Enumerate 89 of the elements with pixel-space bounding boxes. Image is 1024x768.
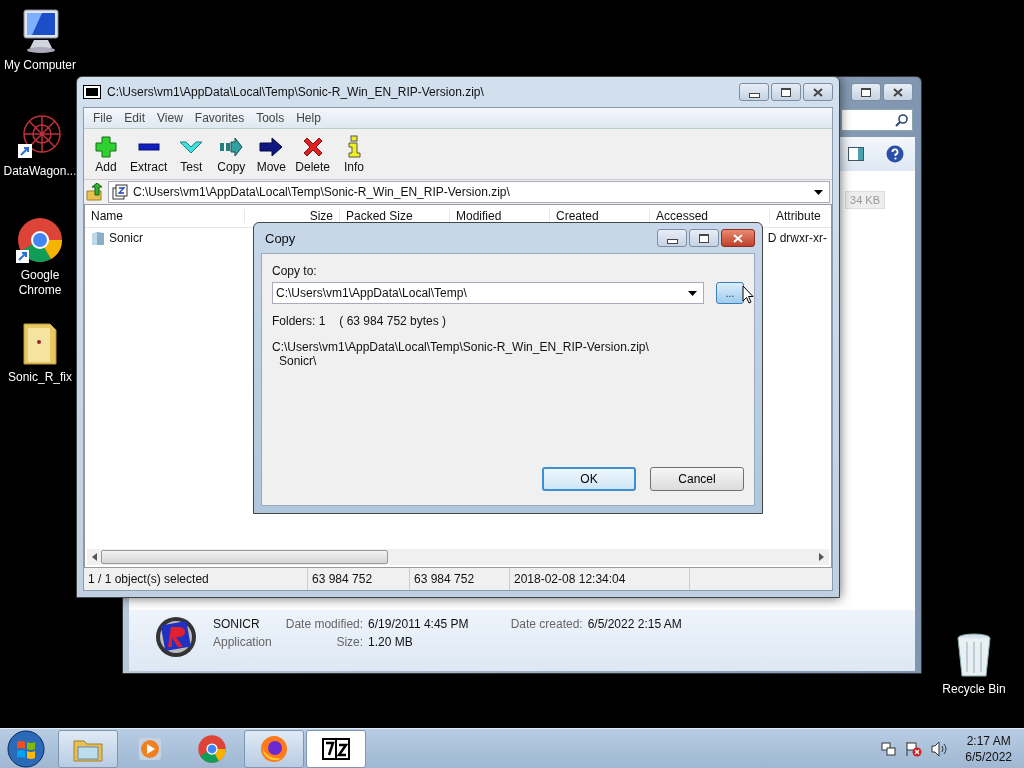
close-button[interactable] xyxy=(803,83,833,101)
recycle-bin-icon[interactable] xyxy=(956,632,992,678)
restore-button[interactable] xyxy=(851,83,881,101)
toolbar-button[interactable]: Extract xyxy=(126,134,172,174)
date-modified-value: 6/19/2011 4:45 PM xyxy=(368,617,469,631)
desktop-icon-label[interactable]: My Computer xyxy=(4,58,76,73)
application-icon xyxy=(153,615,199,659)
source-path: C:\Users\vm1\AppData\Local\Temp\Sonic-R_Win_EN_RIP-Version.zip\ xyxy=(272,340,650,354)
size-value: 1.20 MB xyxy=(368,635,414,649)
menu-item[interactable]: Tools xyxy=(251,111,290,125)
ok-button[interactable]: OK xyxy=(542,467,636,491)
firefox-icon xyxy=(259,733,289,764)
close-icon xyxy=(813,87,823,97)
dropdown-arrow-icon[interactable] xyxy=(814,189,823,195)
toolbar-button[interactable]: Copy xyxy=(211,134,252,174)
menu-item[interactable]: Favorites xyxy=(189,111,250,125)
minimize-button[interactable] xyxy=(657,229,687,247)
menu-item[interactable]: Edit xyxy=(119,111,151,125)
folder-count: Folders: 1 xyxy=(272,314,326,328)
desktop-icon-label[interactable]: Sonic_R_fix xyxy=(8,370,72,385)
close-button[interactable] xyxy=(721,229,755,247)
scroll-right-icon[interactable] xyxy=(819,553,825,561)
toolbar-button[interactable]: Test xyxy=(171,134,212,174)
close-icon xyxy=(893,87,903,97)
file-type: Application xyxy=(213,635,272,649)
chrome-shortcut-icon[interactable] xyxy=(16,216,64,264)
status-bar-field: 63 984 752 xyxy=(308,568,410,590)
file-size-badge: 34 KB xyxy=(845,191,885,209)
cancel-button[interactable]: Cancel xyxy=(650,467,744,491)
toolbar-button[interactable]: Delete xyxy=(291,134,335,174)
status-bar-field: 2018-02-08 12:34:04 xyxy=(510,568,690,590)
action-center-flag-icon[interactable] xyxy=(905,740,924,757)
menu-item[interactable]: File xyxy=(88,111,118,125)
dropdown-arrow-icon[interactable] xyxy=(688,290,697,296)
scroll-left-icon[interactable] xyxy=(91,553,97,561)
clock[interactable]: 2:17 AM 6/5/2022 xyxy=(965,732,1012,765)
toolbar-button[interactable]: Add xyxy=(86,134,126,174)
maximize-button[interactable] xyxy=(689,229,719,247)
taskbar-button[interactable] xyxy=(244,729,304,768)
date-created-value: 6/5/2022 2:15 AM xyxy=(587,617,682,631)
arrow-icon xyxy=(259,134,284,159)
file-name: SONICR xyxy=(213,617,261,631)
destination-combo-box[interactable]: C:\Users\vm1\AppData\Local\Temp\ xyxy=(272,282,704,304)
desktop-icon-label[interactable]: DataWagon... xyxy=(3,164,77,179)
shortcut-artwork-icon[interactable] xyxy=(16,112,64,160)
volume-icon[interactable] xyxy=(931,740,950,757)
address-field[interactable]: C:\Users\vm1\AppData\Local\Temp\Sonic-R_Win_EN_RIP-Version.zip\ xyxy=(108,181,830,203)
dialog-title: Copy xyxy=(265,230,296,246)
window-title: C:\Users\vm1\AppData\Local\Temp\Sonic-R_Win_EN_RIP-Version.zip\ xyxy=(107,85,484,99)
maximize-button[interactable] xyxy=(771,83,801,101)
file-name-cell[interactable]: Sonicr xyxy=(109,231,143,245)
date-created-label: Date created: xyxy=(510,617,583,631)
taskbar-button[interactable] xyxy=(306,729,366,768)
search-field[interactable] xyxy=(841,109,913,131)
start-button[interactable] xyxy=(6,728,46,768)
preview-pane-icon[interactable] xyxy=(848,147,864,161)
attributes-cell-text: D drwxr-xr- xyxy=(767,231,828,245)
minimize-button[interactable] xyxy=(739,83,769,101)
desktop-icon-label[interactable]: Recycle Bin xyxy=(942,682,1006,697)
folder-up-icon[interactable] xyxy=(86,183,104,201)
column-header[interactable]: Name xyxy=(85,209,245,223)
network-icon[interactable] xyxy=(881,740,898,757)
desktop-icon-label[interactable]: Google Chrome xyxy=(0,268,80,298)
menu-item[interactable]: Help xyxy=(291,111,326,125)
toolbar-button[interactable]: Move xyxy=(251,134,292,174)
date-modified-label: Date modified: xyxy=(285,617,364,631)
archive-icon xyxy=(112,184,128,200)
archiver-logo-icon xyxy=(321,736,351,761)
toolbar-button[interactable]: Info xyxy=(334,134,375,174)
size-label: Size: xyxy=(335,635,364,649)
source-path: Sonicr\ xyxy=(278,354,318,368)
close-icon xyxy=(733,233,743,243)
app-logo-icon xyxy=(83,85,101,99)
horizontal-scrollbar[interactable] xyxy=(87,549,829,565)
close-button[interactable] xyxy=(883,83,913,101)
column-header[interactable]: Attribute xyxy=(770,209,831,223)
menu-item[interactable]: View xyxy=(152,111,188,125)
chrome-icon xyxy=(197,733,227,764)
status-bar-field: 1 / 1 object(s) selected xyxy=(84,568,308,590)
folder-icon xyxy=(91,230,105,246)
byte-count: ( 63 984 752 bytes ) xyxy=(339,314,447,328)
copy-to-label: Copy to: xyxy=(272,264,318,278)
plus-icon xyxy=(94,134,118,159)
status-bar-field: 63 984 752 xyxy=(410,568,510,590)
minus-icon xyxy=(137,142,160,151)
search-icon xyxy=(895,113,908,127)
help-icon[interactable] xyxy=(886,145,904,163)
mouse-pointer-icon xyxy=(742,285,754,304)
browse-button[interactable]: ... xyxy=(716,282,744,304)
